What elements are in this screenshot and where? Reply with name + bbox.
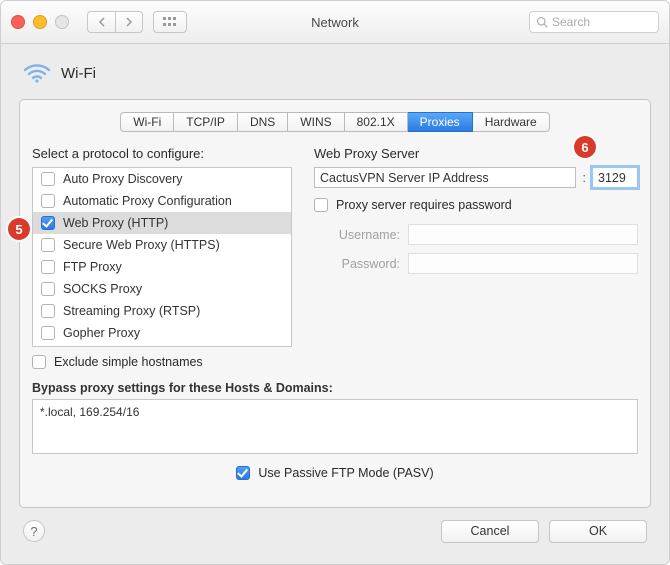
window-controls bbox=[11, 15, 69, 29]
callout-6: 6 bbox=[574, 136, 596, 158]
passive-ftp-checkbox[interactable] bbox=[236, 466, 250, 480]
password-input bbox=[408, 253, 638, 274]
protocol-checkbox[interactable] bbox=[41, 238, 55, 252]
chevron-right-icon bbox=[125, 17, 133, 27]
tab-802-1x[interactable]: 802.1X bbox=[345, 112, 408, 132]
connection-name: Wi-Fi bbox=[61, 65, 96, 82]
chevron-left-icon bbox=[98, 17, 106, 27]
requires-password-label: Proxy server requires password bbox=[336, 198, 512, 212]
bypass-label: Bypass proxy settings for these Hosts & … bbox=[32, 381, 638, 395]
content: Wi-Fi Wi-FiTCP/IPDNSWINS802.1XProxiesHar… bbox=[1, 44, 669, 564]
server-address-value: CactusVPN Server IP Address bbox=[320, 171, 489, 185]
passive-ftp-label: Use Passive FTP Mode (PASV) bbox=[258, 466, 433, 480]
callout-5: 5 bbox=[8, 218, 30, 240]
protocol-row[interactable]: FTP Proxy bbox=[33, 256, 291, 278]
username-label: Username: bbox=[314, 228, 400, 242]
window: Network Search Wi-Fi Wi-FiTCP/IPDNSW bbox=[0, 0, 670, 565]
protocol-label: Web Proxy (HTTP) bbox=[63, 216, 168, 230]
server-port-separator: : bbox=[582, 170, 586, 185]
settings-panel: Wi-FiTCP/IPDNSWINS802.1XProxiesHardware … bbox=[19, 99, 651, 508]
protocol-checkbox[interactable] bbox=[41, 260, 55, 274]
search-icon bbox=[536, 16, 548, 28]
forward-button[interactable] bbox=[115, 11, 143, 33]
server-address-input[interactable]: CactusVPN Server IP Address bbox=[314, 167, 576, 188]
zoom-icon[interactable] bbox=[55, 15, 69, 29]
tab-bar: Wi-FiTCP/IPDNSWINS802.1XProxiesHardware bbox=[32, 112, 638, 132]
cancel-button[interactable]: Cancel bbox=[441, 520, 539, 543]
back-button[interactable] bbox=[87, 11, 115, 33]
server-port-input[interactable]: 3129 bbox=[592, 167, 638, 188]
tab-wins[interactable]: WINS bbox=[288, 112, 344, 132]
protocol-label: SOCKS Proxy bbox=[63, 282, 142, 296]
protocol-label: Gopher Proxy bbox=[63, 326, 140, 340]
protocol-label: Auto Proxy Discovery bbox=[63, 172, 182, 186]
protocol-list[interactable]: Auto Proxy Discovery Automatic Proxy Conf… bbox=[32, 167, 292, 347]
nav-back-forward bbox=[87, 11, 143, 33]
help-button[interactable]: ? bbox=[23, 520, 45, 542]
grid-icon bbox=[163, 17, 177, 27]
exclude-hostnames-row[interactable]: Exclude simple hostnames bbox=[32, 355, 292, 369]
bypass-textarea[interactable]: *.local, 169.254/16 bbox=[32, 399, 638, 454]
protocol-row[interactable]: SOCKS Proxy bbox=[33, 278, 291, 300]
protocol-checkbox[interactable] bbox=[41, 304, 55, 318]
search-placeholder: Search bbox=[552, 15, 590, 29]
server-column: Web Proxy Server CactusVPN Server IP Add… bbox=[314, 146, 638, 369]
close-icon[interactable] bbox=[11, 15, 25, 29]
passive-ftp-row[interactable]: Use Passive FTP Mode (PASV) bbox=[32, 466, 638, 480]
connection-header: Wi-Fi bbox=[23, 58, 651, 89]
username-input bbox=[408, 224, 638, 245]
server-row: CactusVPN Server IP Address : 3129 bbox=[314, 167, 638, 188]
ok-button[interactable]: OK bbox=[549, 520, 647, 543]
search-input[interactable]: Search bbox=[529, 11, 659, 33]
tab-dns[interactable]: DNS bbox=[238, 112, 288, 132]
username-row: Username: bbox=[314, 224, 638, 245]
protocol-checkbox[interactable] bbox=[41, 282, 55, 296]
protocol-row[interactable]: Secure Web Proxy (HTTPS) bbox=[33, 234, 291, 256]
wifi-icon bbox=[23, 58, 51, 89]
protocol-row[interactable]: Web Proxy (HTTP) bbox=[33, 212, 291, 234]
protocol-column: Select a protocol to configure: Auto Pro… bbox=[32, 146, 292, 369]
protocol-row[interactable]: Automatic Proxy Configuration bbox=[33, 190, 291, 212]
columns: Select a protocol to configure: Auto Pro… bbox=[32, 146, 638, 369]
password-label: Password: bbox=[314, 257, 400, 271]
protocol-label: FTP Proxy bbox=[63, 260, 122, 274]
titlebar: Network Search bbox=[1, 1, 669, 44]
protocol-label: Secure Web Proxy (HTTPS) bbox=[63, 238, 220, 252]
protocol-checkbox[interactable] bbox=[41, 172, 55, 186]
tab-proxies[interactable]: Proxies bbox=[408, 112, 473, 132]
protocol-checkbox[interactable] bbox=[41, 194, 55, 208]
minimize-icon[interactable] bbox=[33, 15, 47, 29]
protocol-row[interactable]: Auto Proxy Discovery bbox=[33, 168, 291, 190]
exclude-hostnames-label: Exclude simple hostnames bbox=[54, 355, 203, 369]
requires-password-row[interactable]: Proxy server requires password bbox=[314, 198, 638, 212]
protocol-row[interactable]: Gopher Proxy bbox=[33, 322, 291, 344]
tab-tcp-ip[interactable]: TCP/IP bbox=[174, 112, 238, 132]
protocol-row[interactable]: Streaming Proxy (RTSP) bbox=[33, 300, 291, 322]
exclude-hostnames-checkbox[interactable] bbox=[32, 355, 46, 369]
show-all-button[interactable] bbox=[153, 11, 187, 33]
footer: ? Cancel OK bbox=[19, 508, 651, 554]
server-port-value: 3129 bbox=[598, 171, 626, 185]
protocol-label: Automatic Proxy Configuration bbox=[63, 194, 232, 208]
tab-wi-fi[interactable]: Wi-Fi bbox=[120, 112, 174, 132]
protocol-section-label: Select a protocol to configure: bbox=[32, 146, 292, 161]
protocol-checkbox[interactable] bbox=[41, 326, 55, 340]
tab-hardware[interactable]: Hardware bbox=[473, 112, 550, 132]
password-row: Password: bbox=[314, 253, 638, 274]
protocol-label: Streaming Proxy (RTSP) bbox=[63, 304, 200, 318]
protocol-checkbox[interactable] bbox=[41, 216, 55, 230]
requires-password-checkbox[interactable] bbox=[314, 198, 328, 212]
bypass-value: *.local, 169.254/16 bbox=[40, 405, 139, 419]
